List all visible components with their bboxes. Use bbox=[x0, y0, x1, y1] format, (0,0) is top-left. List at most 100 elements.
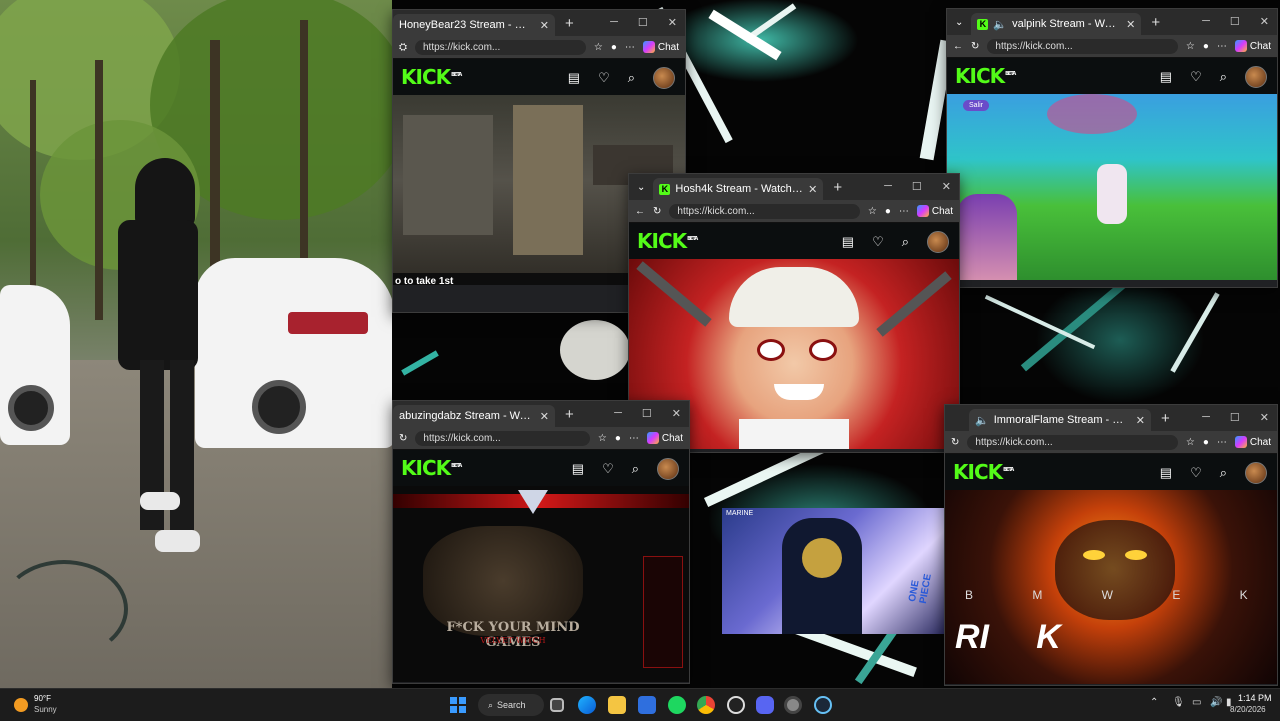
address-bar[interactable]: https://kick.com... bbox=[669, 203, 860, 219]
stream-video[interactable]: F*CK YOUR MIND GAMES VELVET WITCH bbox=[393, 486, 689, 682]
profile-icon[interactable]: ● bbox=[1203, 437, 1209, 448]
close-window-icon[interactable]: ✕ bbox=[672, 407, 681, 420]
stream-video[interactable]: Salir bbox=[947, 94, 1277, 280]
star-icon[interactable]: ☆ bbox=[1186, 41, 1195, 52]
search-box[interactable]: ⌕ Search bbox=[478, 694, 544, 716]
minimize-icon[interactable]: ─ bbox=[610, 16, 618, 29]
search-icon[interactable]: ⌕ bbox=[628, 70, 635, 86]
clock-date[interactable]: 8/20/2026 bbox=[1230, 705, 1266, 714]
browser-window-valpink[interactable]: ⌄ K 🔈 valpink Stream - Watch Live o ✕ + … bbox=[946, 8, 1278, 288]
more-icon[interactable]: ⋯ bbox=[625, 42, 635, 53]
new-tab-icon[interactable]: + bbox=[555, 406, 584, 423]
browser-window-abuzingdabz[interactable]: abuzingdabz Stream - Watch Live ✕ + ─☐✕ … bbox=[392, 400, 690, 684]
following-heart-icon[interactable]: ♡ bbox=[602, 461, 614, 477]
following-heart-icon[interactable]: ♡ bbox=[1190, 465, 1202, 481]
more-icon[interactable]: ⋯ bbox=[1217, 41, 1227, 52]
address-bar[interactable]: https://kick.com... bbox=[415, 430, 590, 446]
stream-video[interactable]: B M W E K RI K bbox=[945, 490, 1277, 684]
speaker-icon[interactable]: 🔈 bbox=[993, 18, 1007, 31]
search-icon[interactable]: ⌕ bbox=[902, 234, 909, 250]
more-icon[interactable]: ⋯ bbox=[1217, 437, 1227, 448]
close-tab-icon[interactable]: ✕ bbox=[1126, 18, 1135, 31]
kick-logo[interactable]: KICKBETA bbox=[637, 229, 698, 253]
close-tab-icon[interactable]: ✕ bbox=[1136, 414, 1145, 427]
maximize-icon[interactable]: ☐ bbox=[642, 407, 652, 420]
reload-icon[interactable]: ↻ bbox=[951, 437, 959, 448]
maximize-icon[interactable]: ☐ bbox=[1230, 411, 1240, 424]
reload-icon[interactable]: ↻ bbox=[971, 41, 979, 52]
back-icon[interactable]: ← bbox=[953, 41, 963, 52]
reload-icon[interactable]: ↻ bbox=[653, 206, 661, 217]
chevron-up-icon[interactable]: ⌃ bbox=[1150, 697, 1158, 708]
kick-logo[interactable]: KICKBETA bbox=[953, 460, 1014, 484]
new-tab-icon[interactable]: + bbox=[1151, 410, 1180, 427]
close-tab-icon[interactable]: ✕ bbox=[540, 410, 549, 423]
profile-icon[interactable]: ● bbox=[615, 433, 621, 444]
following-heart-icon[interactable]: ♡ bbox=[598, 70, 610, 86]
steam-icon[interactable] bbox=[814, 696, 832, 714]
user-avatar[interactable] bbox=[657, 458, 679, 480]
kick-logo[interactable]: KICKBETA bbox=[955, 64, 1016, 88]
new-tab-icon[interactable]: + bbox=[823, 179, 852, 196]
back-icon[interactable]: ← bbox=[635, 206, 645, 217]
close-tab-icon[interactable]: ✕ bbox=[808, 183, 817, 196]
search-icon[interactable]: ⌕ bbox=[1220, 465, 1227, 481]
close-window-icon[interactable]: ✕ bbox=[668, 16, 677, 29]
close-tab-icon[interactable]: ✕ bbox=[540, 19, 549, 32]
store-icon[interactable] bbox=[638, 696, 656, 714]
maximize-icon[interactable]: ☐ bbox=[1230, 15, 1240, 28]
minimize-icon[interactable]: ─ bbox=[1202, 411, 1210, 424]
maximize-icon[interactable]: ☐ bbox=[912, 180, 922, 193]
profile-icon[interactable]: ● bbox=[1203, 41, 1209, 52]
star-icon[interactable]: ☆ bbox=[1186, 437, 1195, 448]
user-avatar[interactable] bbox=[1245, 66, 1267, 88]
following-heart-icon[interactable]: ♡ bbox=[1190, 69, 1202, 85]
close-window-icon[interactable]: ✕ bbox=[1260, 15, 1269, 28]
copilot-chat-button[interactable]: Chat bbox=[646, 432, 683, 444]
more-icon[interactable]: ⋯ bbox=[899, 206, 909, 217]
browse-icon[interactable]: ▤ bbox=[842, 234, 854, 250]
star-icon[interactable]: ☆ bbox=[594, 42, 603, 53]
microphone-icon[interactable]: 🎙 bbox=[1172, 697, 1185, 708]
copilot-chat-button[interactable]: Chat bbox=[1234, 40, 1271, 52]
user-avatar[interactable] bbox=[1245, 462, 1267, 484]
following-heart-icon[interactable]: ♡ bbox=[872, 234, 884, 250]
copilot-chat-button[interactable]: Chat bbox=[1234, 436, 1271, 448]
profile-icon[interactable]: ● bbox=[885, 206, 891, 217]
browse-icon[interactable]: ▤ bbox=[1160, 69, 1172, 85]
browse-icon[interactable]: ▤ bbox=[568, 70, 580, 86]
kick-logo[interactable]: KICKBETA bbox=[401, 65, 462, 89]
reload-icon[interactable]: ↻ bbox=[399, 433, 407, 444]
user-avatar[interactable] bbox=[927, 231, 949, 253]
address-bar[interactable]: https://kick.com... bbox=[987, 38, 1178, 54]
site-info-icon[interactable]: ⛭ bbox=[399, 42, 407, 53]
browser-tab[interactable]: K Hosh4k Stream - Watch Live on K ✕ bbox=[653, 178, 824, 200]
new-tab-icon[interactable]: + bbox=[1141, 14, 1170, 31]
windows-icon[interactable] bbox=[450, 697, 466, 713]
profile-icon[interactable]: ● bbox=[611, 42, 617, 53]
settings-icon[interactable] bbox=[784, 696, 802, 714]
close-window-icon[interactable]: ✕ bbox=[942, 180, 951, 193]
browser-window-immoralflame[interactable]: 🔈 ImmoralFlame Stream - Watch ✕ + ─ ☐ ✕ ↻ … bbox=[944, 404, 1278, 686]
star-icon[interactable]: ☆ bbox=[868, 206, 877, 217]
more-icon[interactable]: ⋯ bbox=[629, 433, 639, 444]
browser-tab[interactable]: K 🔈 valpink Stream - Watch Live o ✕ bbox=[971, 13, 1142, 35]
new-tab-icon[interactable]: + bbox=[555, 15, 584, 32]
copilot-chat-button[interactable]: Chat bbox=[642, 41, 679, 53]
maximize-icon[interactable]: ☐ bbox=[638, 16, 648, 29]
edge-icon[interactable] bbox=[578, 696, 596, 714]
browser-tab[interactable]: 🔈 ImmoralFlame Stream - Watch ✕ bbox=[969, 409, 1151, 431]
browser-tab[interactable]: HoneyBear23 Stream - Watch Live ✕ bbox=[393, 14, 555, 36]
copilot-chat-button[interactable]: Chat bbox=[916, 205, 953, 217]
search-icon[interactable]: ⌕ bbox=[632, 461, 639, 477]
browse-icon[interactable]: ▤ bbox=[572, 461, 584, 477]
address-bar[interactable]: https://kick.com... bbox=[415, 39, 586, 55]
tab-list-icon[interactable]: ⌄ bbox=[947, 17, 971, 28]
search-icon[interactable]: ⌕ bbox=[1220, 69, 1227, 85]
address-bar[interactable]: https://kick.com... bbox=[967, 434, 1178, 450]
kick-logo[interactable]: KICKBETA bbox=[401, 456, 462, 480]
browse-icon[interactable]: ▤ bbox=[1160, 465, 1172, 481]
close-window-icon[interactable]: ✕ bbox=[1260, 411, 1269, 424]
volume-icon[interactable]: 🔊 bbox=[1210, 697, 1222, 708]
user-avatar[interactable] bbox=[653, 67, 675, 89]
